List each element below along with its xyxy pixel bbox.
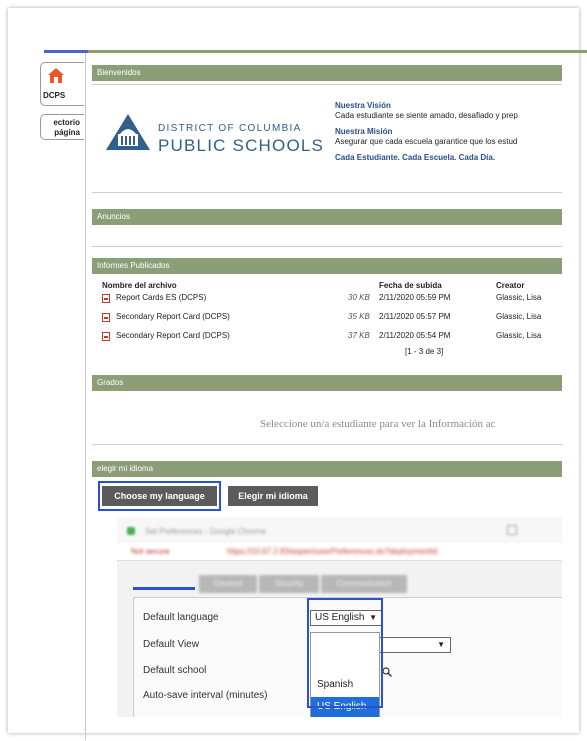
report-link[interactable]: Report Cards ES (DCPS) [116,293,206,302]
label-default-language: Default language [143,612,219,623]
creator: Glassic, Lisa [496,331,542,340]
tab-communication[interactable]: Communication [321,575,407,593]
nav-tab-home[interactable]: DCPS [40,62,84,106]
column-header-creator[interactable]: Creator [496,281,524,290]
pdf-icon [102,294,110,303]
motto-text: Cada Estudiante. Cada Escuela. Cada Día. [335,153,496,162]
left-nav: DCPS ectorio página [40,50,86,740]
report-link[interactable]: Secondary Report Card (DCPS) [116,312,230,321]
highlight-box [98,481,221,511]
table-row: Report Cards ES (DCPS) 30 KB 2/11/2020 0… [102,293,562,305]
vision-title: Nuestra Visión [335,101,391,110]
section-divider [92,192,562,193]
upload-date: 2/11/2020 05:59 PM [379,293,451,302]
report-link[interactable]: Secondary Report Card (DCPS) [116,331,230,340]
label-default-view: Default View [143,639,199,650]
table-row: Secondary Report Card (DCPS) 35 KB 2/11/… [102,312,562,324]
upload-date: 2/11/2020 05:57 PM [379,312,451,321]
section-divider [92,444,562,445]
vision-mission-block: Nuestra Visión Cada estudiante se siente… [335,101,565,163]
nav-tab-directory[interactable]: ectorio página [40,114,84,140]
nav-tab-directory-line1: ectorio [53,118,80,127]
not-secure-label: Not secure [131,547,170,556]
section-divider [92,246,562,247]
active-tab-indicator [133,587,195,590]
file-size: 30 KB [348,293,370,302]
section-bar-grades: Grados [92,375,562,391]
creator: Glassic, Lisa [496,312,542,321]
pdf-icon [102,332,110,341]
elegir-idioma-button[interactable]: Elegir mi idioma [228,486,318,506]
label-autosave: Auto-save interval (minutes) [143,690,268,701]
section-bar-reports: Informes Publicados [92,258,562,274]
mission-title: Nuestra Misión [335,127,393,136]
table-row: Secondary Report Card (DCPS) 37 KB 2/11/… [102,331,562,343]
highlight-box-dropdown [307,598,383,708]
nav-tab-directory-line2: página [54,128,80,137]
default-view-select[interactable]: ▼ [375,637,451,653]
logo-text-district: DISTRICT OF COLUMBIA [158,123,302,134]
section-bar-welcome: Bienvenidos [92,65,562,81]
section-bar-language: elegir mi idioma [92,461,562,477]
url-text[interactable]: https://10.67.2.93/aspen/userPreferences… [227,547,437,556]
tab-security[interactable]: Security [259,575,319,593]
favicon-icon [127,527,135,535]
dropdown-arrow-icon: ▼ [437,640,445,649]
browser-window-title: Set Preferences - Google Chrome [145,527,266,536]
creator: Glassic, Lisa [496,293,542,302]
home-icon [48,68,64,83]
section-divider [92,84,562,85]
pdf-icon [102,313,110,322]
tab-general[interactable]: General [199,575,257,593]
mission-text: Asegurar que cada escuela garantice que … [335,137,518,146]
top-active-indicator [44,50,88,53]
vision-text: Cada estudiante se siente amado, desafia… [335,111,518,120]
dcps-logo-icon [106,114,150,150]
upload-date: 2/11/2020 05:54 PM [379,331,451,340]
column-header-name[interactable]: Nombre del archivo [102,281,177,290]
column-header-date[interactable]: Fecha de subida [379,281,442,290]
file-size: 35 KB [348,312,370,321]
pagination-text: [1 - 3 de 3] [405,347,444,356]
grades-message: Seleccione un/a estudiante para ver la I… [260,418,496,430]
search-icon[interactable] [382,667,392,677]
label-default-school: Default school [143,665,207,676]
logo-text-public-schools: PUBLIC SCHOOLS [158,136,325,155]
nav-tab-home-label: DCPS [43,91,66,100]
close-icon[interactable] [542,525,552,535]
maximize-icon[interactable] [507,525,517,535]
section-bar-announcements: Anuncios [92,209,562,225]
top-divider [88,50,587,53]
file-size: 37 KB [348,331,370,340]
